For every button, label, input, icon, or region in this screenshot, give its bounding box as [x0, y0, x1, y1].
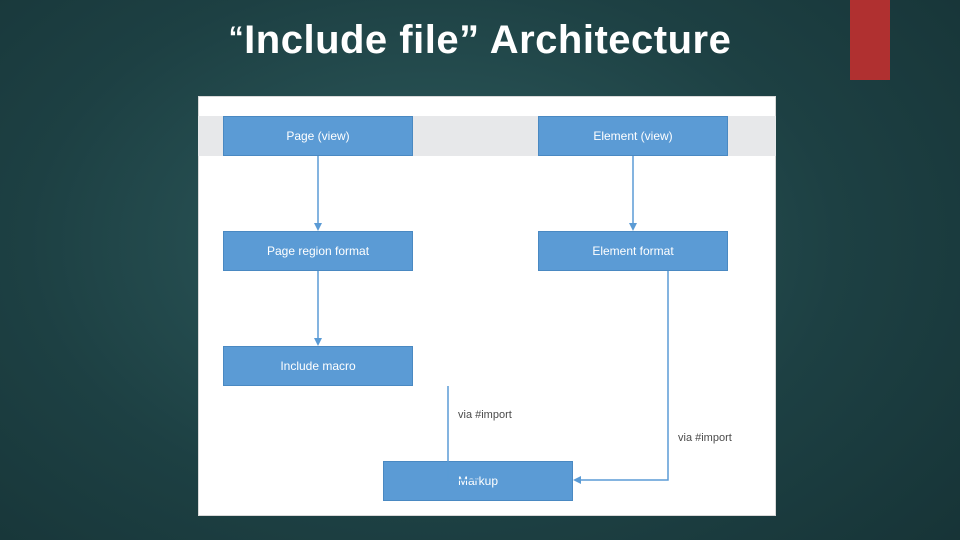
- node-label: Element format: [592, 244, 673, 258]
- title-open-quote: “: [229, 21, 245, 54]
- node-markup: Markup: [383, 461, 573, 501]
- edge-label-via-import-left: via #import: [458, 409, 512, 421]
- node-include-macro: Include macro: [223, 346, 413, 386]
- node-page-region-format: Page region format: [223, 231, 413, 271]
- diagram-frame: Page (view) Element (view) Page region f…: [198, 96, 776, 516]
- node-label: Element (view): [593, 129, 672, 143]
- node-page-view: Page (view): [223, 116, 413, 156]
- node-element-format: Element format: [538, 231, 728, 271]
- edge-label-via-import-right: via #import: [678, 432, 732, 444]
- node-label: Page region format: [267, 244, 369, 258]
- node-label: Markup: [458, 474, 498, 488]
- node-label: Page (view): [286, 129, 349, 143]
- diagram-connectors: [198, 96, 776, 516]
- title-text: Include file” Architecture: [244, 18, 731, 62]
- node-label: Include macro: [280, 359, 355, 373]
- node-element-view: Element (view): [538, 116, 728, 156]
- slide-title: “Include file” Architecture: [0, 18, 960, 63]
